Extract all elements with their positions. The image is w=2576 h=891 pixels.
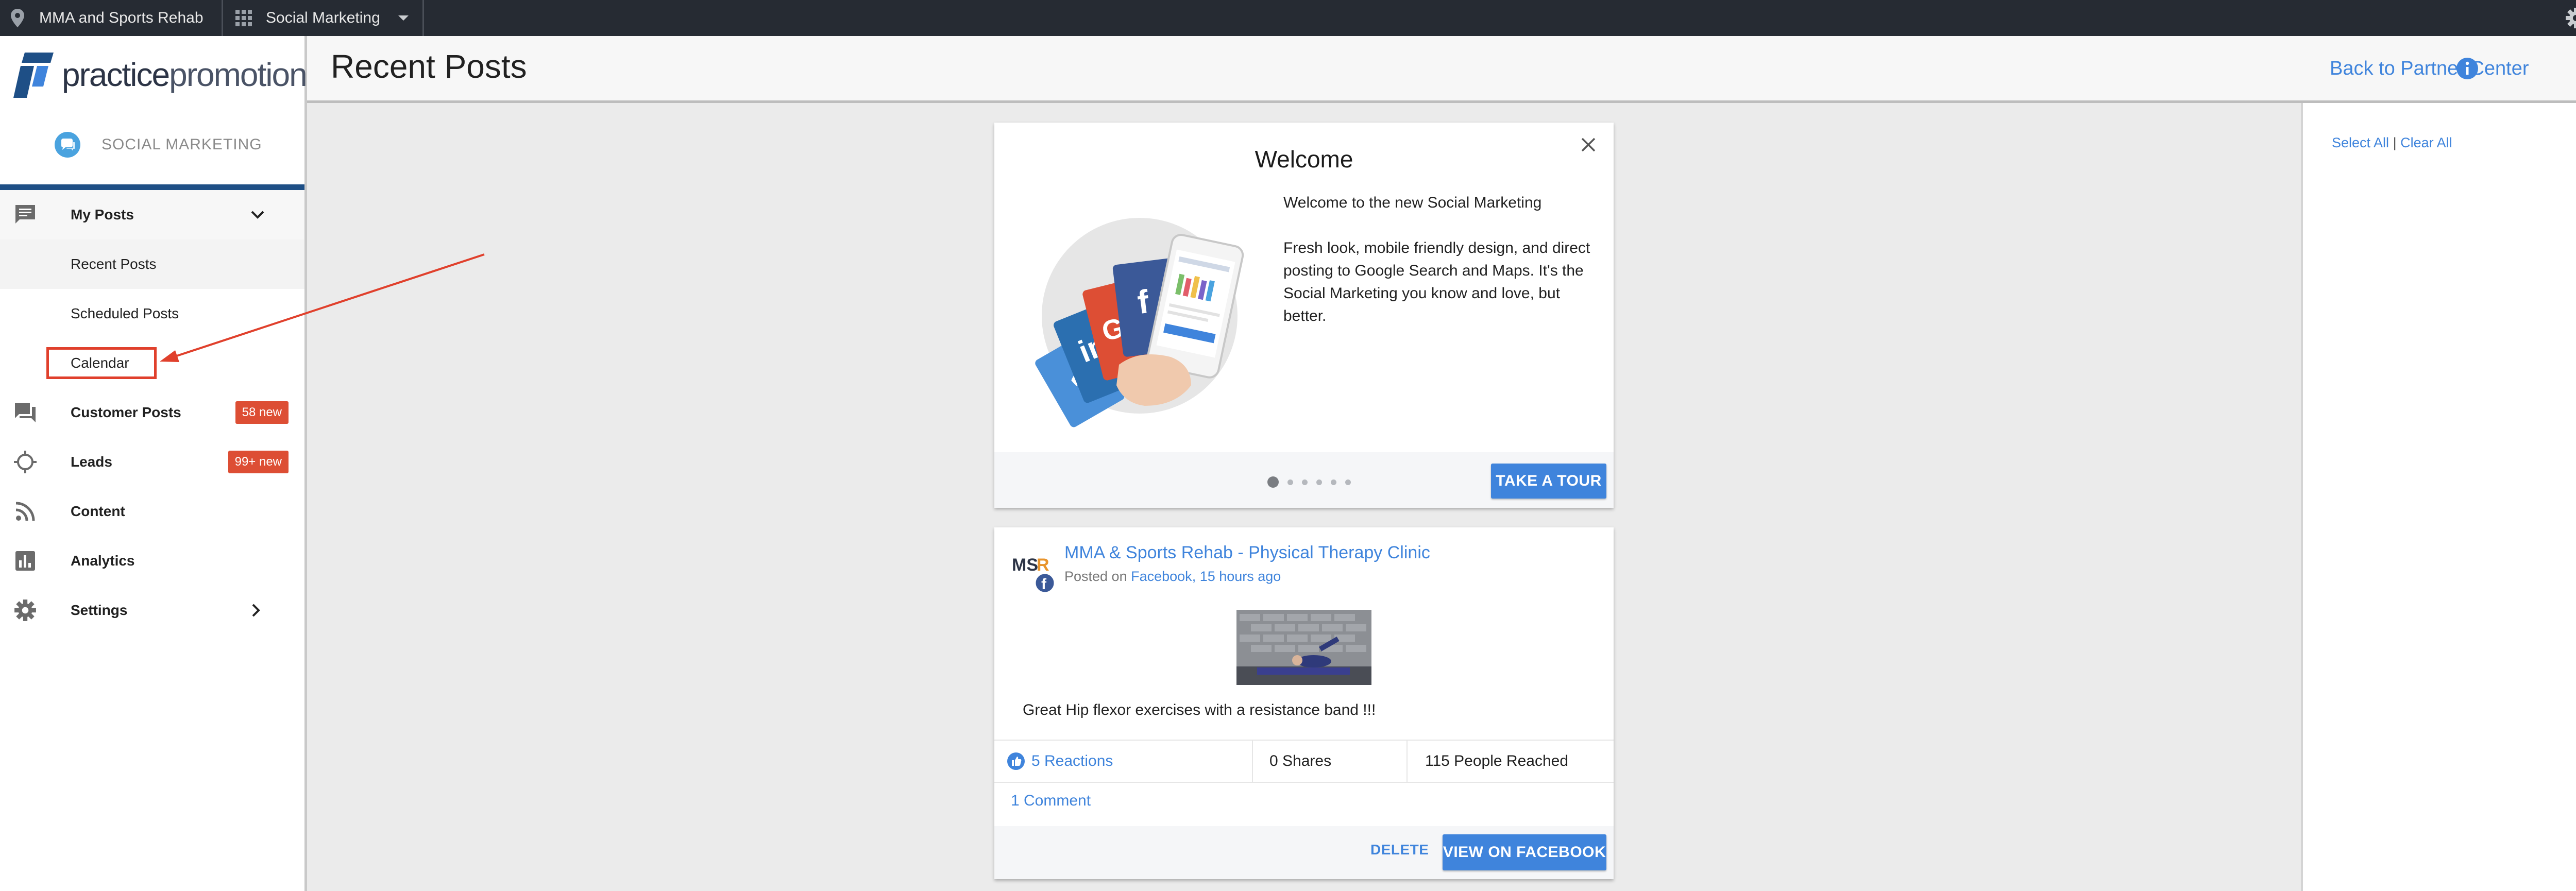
post-time-link[interactable]: 15 hours ago xyxy=(1200,569,1281,584)
sidebar-item-label: Analytics xyxy=(71,553,135,569)
reactions-link[interactable]: 5 Reactions xyxy=(1007,741,1113,782)
post-card: MS R f MMA & Sports Rehab - Physical The… xyxy=(994,527,1614,879)
page-title: Recent Posts xyxy=(331,48,527,85)
back-to-partner-center-link[interactable]: Back to Partner Center xyxy=(2330,58,2529,80)
svg-text:MS: MS xyxy=(1012,555,1038,575)
sidebar-item-analytics[interactable]: Analytics xyxy=(0,536,304,586)
select-all-link[interactable]: Select All xyxy=(2332,135,2389,150)
stats-divider xyxy=(1406,741,1408,782)
sidebar-item-content[interactable]: Content xyxy=(0,487,304,536)
sidebar-item-leads[interactable]: Leads 99+ new xyxy=(0,437,304,487)
carousel-dot[interactable] xyxy=(1331,479,1336,485)
clear-all-link[interactable]: Clear All xyxy=(2400,135,2452,150)
welcome-title: Welcome xyxy=(1255,146,1353,173)
post-card-footer: DELETE VIEW ON FACEBOOK xyxy=(994,826,1614,879)
page-avatar[interactable]: MS R f xyxy=(1011,550,1057,593)
carousel-dot[interactable] xyxy=(1302,479,1308,485)
sidebar-item-label: Settings xyxy=(71,602,128,618)
info-icon[interactable] xyxy=(2455,57,2479,80)
crosshair-icon xyxy=(14,451,37,473)
selection-controls: Select All | Clear All xyxy=(2332,135,2452,151)
gear-icon xyxy=(14,599,36,621)
settings-gear-button[interactable] xyxy=(2565,0,2576,36)
welcome-description: Fresh look, mobile friendly design, and … xyxy=(1283,239,1590,324)
carousel-dot[interactable] xyxy=(1316,479,1322,485)
sidebar-item-settings[interactable]: Settings xyxy=(0,586,304,635)
posted-on-label: Posted on xyxy=(1064,569,1127,584)
sidebar-item-label: Content xyxy=(71,503,125,519)
bar-chart-icon xyxy=(15,551,35,571)
filter-panel: Select All | Clear All xyxy=(2301,103,2576,891)
platform-link[interactable]: Facebook xyxy=(1131,569,1192,584)
welcome-card-footer: TAKE A TOUR xyxy=(994,452,1614,508)
take-a-tour-button[interactable]: TAKE A TOUR xyxy=(1491,464,1606,499)
chevron-right-icon xyxy=(252,604,260,617)
sidebar-item-label: Leads xyxy=(71,454,112,470)
welcome-card: Welcome in G+ f xyxy=(994,123,1614,508)
carousel-dot[interactable] xyxy=(1287,479,1293,485)
page-name-link[interactable]: MMA & Sports Rehab - Physical Therapy Cl… xyxy=(1064,543,1430,563)
post-stats: 5 Reactions 0 Shares 115 People Reached xyxy=(994,740,1614,783)
carousel-dot-active[interactable] xyxy=(1267,476,1279,488)
carousel-dot[interactable] xyxy=(1345,479,1351,485)
svg-text:f: f xyxy=(1041,576,1047,593)
page-header: Recent Posts Back to Partner Center xyxy=(307,36,2576,103)
comments-link[interactable]: 1 Comment xyxy=(1011,792,1091,810)
post-image[interactable] xyxy=(1236,610,1371,685)
delete-button[interactable]: DELETE xyxy=(1370,842,1429,858)
stats-divider xyxy=(1252,741,1253,782)
gear-icon xyxy=(2566,8,2576,28)
thumbs-up-icon xyxy=(1007,752,1025,770)
view-on-facebook-button[interactable]: VIEW ON FACEBOOK xyxy=(1443,834,1606,870)
close-icon[interactable] xyxy=(1579,135,1598,154)
reactions-count: 5 Reactions xyxy=(1031,752,1113,769)
post-meta: Posted on Facebook, 15 hours ago xyxy=(1064,569,1281,584)
shares-count: 0 Shares xyxy=(1269,752,1332,769)
welcome-intro: Welcome to the new Social Marketing xyxy=(1283,194,1542,211)
msr-logo-icon: MS R f xyxy=(1011,550,1056,593)
rss-feed-icon xyxy=(15,502,35,521)
svg-text:R: R xyxy=(1037,555,1049,575)
post-body: Great Hip flexor exercises with a resist… xyxy=(1023,701,1376,718)
social-networks-illustration: in G+ f xyxy=(1035,218,1244,427)
carousel-dots xyxy=(1267,476,1360,488)
separator: | xyxy=(2393,135,2397,150)
people-reached-count: 115 People Reached xyxy=(1425,752,1568,769)
new-count-badge: 99+ new xyxy=(228,451,289,473)
